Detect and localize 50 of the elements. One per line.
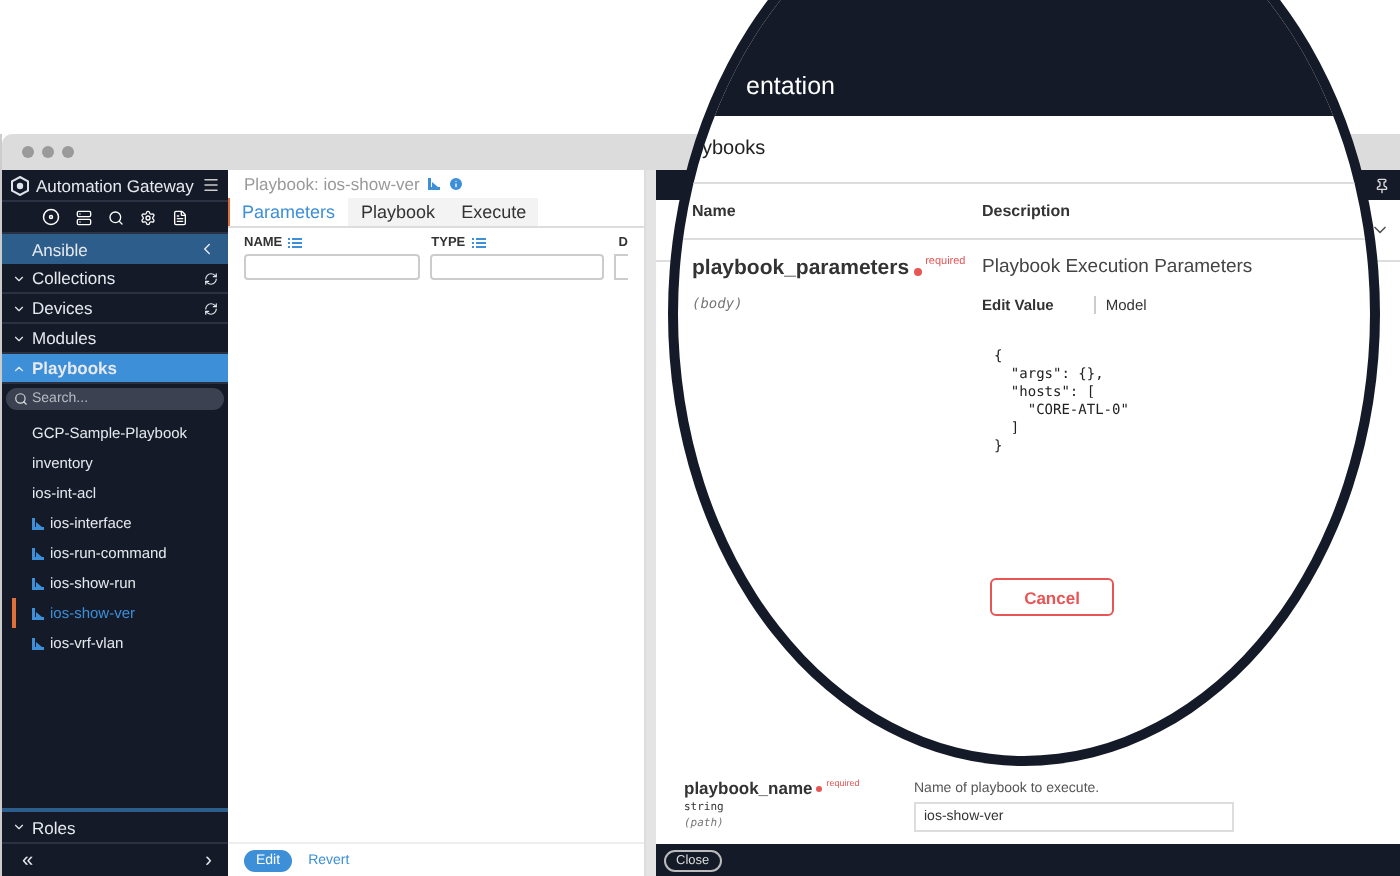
window-dot-icon[interactable]	[62, 146, 74, 158]
next-button[interactable]: ›	[205, 849, 212, 871]
parameter-name: playbook_name	[684, 778, 813, 798]
chevron-down-icon	[12, 301, 26, 315]
info-icon[interactable]	[447, 176, 464, 192]
column-header: Name	[692, 202, 738, 220]
app-title: Automation Gateway	[36, 175, 196, 195]
target-icon[interactable]	[42, 208, 60, 226]
panel-title: entation	[746, 72, 835, 100]
menu-icon[interactable]	[202, 176, 220, 194]
collapse-button[interactable]: «	[22, 849, 34, 871]
window-dot-icon[interactable]	[22, 146, 34, 158]
settings-icon[interactable]	[140, 209, 156, 225]
playbook-icon	[32, 547, 44, 559]
tab[interactable]: Playbook	[347, 198, 448, 226]
tab[interactable]: Execute	[447, 198, 539, 226]
chevron-down-icon	[12, 331, 26, 345]
required-icon	[816, 786, 823, 792]
file-icon[interactable]	[172, 209, 188, 225]
parameter-name: playbook_parameters	[692, 256, 910, 280]
chevron-left-icon	[198, 240, 216, 258]
search-icon	[14, 392, 28, 406]
sort-icon[interactable]	[288, 238, 303, 248]
section-title: ybooks	[702, 138, 766, 160]
section-header[interactable]: Ansible	[2, 234, 228, 264]
server-icon[interactable]	[76, 209, 92, 225]
required-icon	[913, 268, 922, 276]
chevron-down-icon	[12, 820, 26, 834]
nav-group[interactable]: Roles	[2, 808, 228, 842]
filter-field[interactable]	[244, 254, 420, 280]
logo-icon	[10, 175, 30, 195]
playbook-icon	[32, 577, 44, 589]
sort-icon[interactable]	[471, 238, 486, 248]
window-dot-icon[interactable]	[42, 146, 54, 158]
playbook-icon	[427, 178, 440, 190]
playbook-icon	[32, 517, 44, 529]
refresh-icon[interactable]	[204, 271, 218, 285]
pin-icon[interactable]	[1374, 177, 1390, 193]
cancel-button[interactable]: Cancel	[990, 578, 1114, 616]
search-icon[interactable]	[108, 209, 124, 225]
page-title: Playbook: ios-show-ver	[244, 174, 420, 194]
parameter-description: Playbook Execution Parameters	[982, 256, 1253, 278]
refresh-icon[interactable]	[204, 301, 218, 315]
playbook-icon	[32, 637, 44, 649]
filter-field[interactable]	[614, 254, 628, 280]
column-header: Description	[982, 202, 1071, 220]
playbook-icon	[32, 607, 44, 619]
chevron-up-icon	[12, 361, 26, 375]
chevron-down-icon	[12, 271, 26, 285]
filter-field[interactable]	[429, 254, 605, 280]
